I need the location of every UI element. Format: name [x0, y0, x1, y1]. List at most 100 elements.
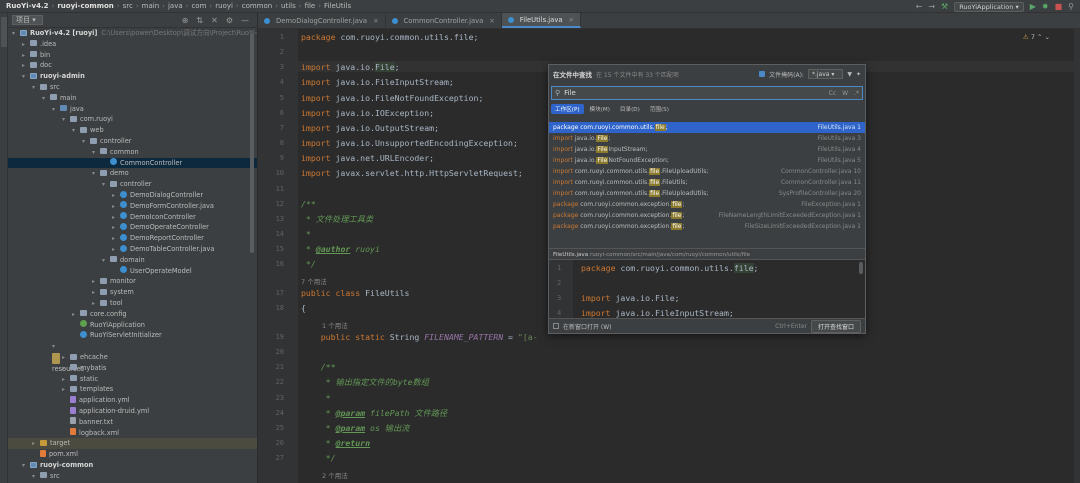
tree-item[interactable]: ▸ DemoTableController.java — [8, 244, 257, 255]
close-icon[interactable]: ✕ — [373, 17, 378, 25]
editor-tab[interactable]: DemoDialogController.java ✕ — [258, 13, 386, 28]
open-in-new-window-checkbox[interactable] — [553, 323, 559, 329]
result-row[interactable]: package com.ruoyi.common.utils.file; File… — [549, 122, 865, 133]
tree-item[interactable]: ▸ DemoOperateController — [8, 222, 257, 233]
breadcrumb-item[interactable]: file — [302, 2, 319, 10]
tree-item[interactable]: ▸ mybatis — [8, 363, 257, 374]
breadcrumb-item[interactable]: src — [120, 2, 136, 10]
tree-item[interactable]: ▾ ruoyi-common — [8, 460, 257, 471]
result-row[interactable]: import java.io.FileInputStream; FileUtils… — [549, 144, 865, 155]
open-find-window-button[interactable]: 打开查找窗口 — [810, 319, 861, 333]
result-row[interactable]: import java.io.FileNotFoundException; Fil… — [549, 155, 865, 166]
tree-item[interactable]: RuoYiServletInitializer — [8, 330, 257, 341]
editor-tab[interactable]: FileUtils.java ✕ — [501, 13, 581, 28]
tree-item[interactable]: ▸ templates — [8, 384, 257, 395]
preview-scrollbar[interactable] — [859, 262, 863, 274]
breadcrumb-item[interactable]: main — [139, 2, 163, 10]
file-mask-checkbox[interactable] — [759, 71, 766, 77]
editor-tab[interactable]: CommonController.java ✕ — [386, 13, 502, 28]
tree-item[interactable]: ▸ tool — [8, 298, 257, 309]
close-icon[interactable]: ✕ — [211, 16, 218, 25]
result-row[interactable]: import com.ruoyi.common.utils.file.FileU… — [549, 177, 865, 188]
breadcrumb-item[interactable]: ruoyi — [212, 2, 236, 10]
result-row[interactable]: import com.ruoyi.common.utils.file.FileU… — [549, 166, 865, 177]
tree-item[interactable]: ▾ src — [8, 471, 257, 483]
search-icon[interactable]: ⚲ — [1068, 2, 1074, 11]
debug-icon[interactable]: ✸ — [1042, 2, 1049, 11]
run-config-select[interactable]: RuoYiApplication ▾ — [954, 1, 1024, 12]
tree-item[interactable]: application.yml — [8, 395, 257, 406]
result-row[interactable]: package com.ruoyi.common.exception.file;… — [549, 199, 865, 210]
tree-item[interactable]: ▾ com.ruoyi — [8, 114, 257, 125]
tree-item[interactable]: ▾ domain — [8, 255, 257, 266]
tree-item[interactable]: ▸ core.config — [8, 309, 257, 320]
back-icon[interactable]: ← — [916, 2, 923, 11]
tree-item[interactable]: ▸ .idea — [8, 39, 257, 50]
tree-item[interactable]: ▾ resources — [8, 341, 257, 373]
tree-item[interactable]: ▸ system — [8, 287, 257, 298]
chevron-down-icon[interactable]: ▾ — [32, 472, 40, 483]
breadcrumb-item[interactable]: utils — [278, 2, 299, 10]
pin-icon[interactable]: ✦ — [856, 71, 861, 78]
find-query-input[interactable] — [564, 89, 765, 97]
tree-item[interactable]: UserOperateModel — [8, 266, 257, 277]
tree-item[interactable]: ▸ DemoDialogController — [8, 190, 257, 201]
tree-item[interactable]: ▾ controller — [8, 179, 257, 190]
file-mask-select[interactable]: *.java ▾ — [807, 69, 844, 79]
breadcrumb-item[interactable]: ruoyi-common — [54, 2, 116, 10]
run-icon[interactable]: ▶ — [1030, 2, 1036, 11]
tree-item[interactable]: ▾ common — [8, 147, 257, 158]
search-option-toggle[interactable]: Cc — [829, 90, 837, 97]
tree-item[interactable]: RuoYiApplication — [8, 320, 257, 331]
tree-item[interactable]: ▸ monitor — [8, 276, 257, 287]
tree-item[interactable]: ▸ ehcache — [8, 352, 257, 363]
forward-icon[interactable]: → — [928, 2, 935, 11]
result-row[interactable]: package com.ruoyi.common.exception.file;… — [549, 210, 865, 221]
tree-item[interactable]: ▸ bin — [8, 50, 257, 61]
tree-item[interactable]: ▾ RuoYi-v4.2 [ruoyi] C:\Users\power\Deskto… — [8, 28, 257, 39]
tree-item[interactable]: ▸ doc — [8, 60, 257, 71]
locate-icon[interactable]: ⊕ — [182, 16, 189, 25]
stop-icon[interactable]: ■ — [1055, 2, 1063, 11]
filter-icon[interactable]: ▼ — [847, 71, 852, 78]
hammer-icon[interactable]: ⚒ — [941, 2, 948, 11]
search-option-toggle[interactable]: .* — [854, 90, 859, 97]
inspection-widget[interactable]: ⚠ 7 ⌃ ⌄ — [1023, 33, 1050, 41]
tree-item[interactable]: logback.xml — [8, 428, 257, 439]
scope-tab[interactable]: 范围(S) — [646, 104, 673, 114]
tree-item[interactable]: ▾ src — [8, 82, 257, 93]
breadcrumb-item[interactable]: common — [239, 2, 276, 10]
gear-icon[interactable]: ⚙ — [226, 16, 233, 25]
tree-item[interactable]: banner.txt — [8, 417, 257, 428]
tree-item[interactable]: ▸ DemoReportController — [8, 233, 257, 244]
tree-item[interactable]: ▾ ruoyi-admin — [8, 71, 257, 82]
result-row[interactable]: import java.io.File; FileUtils.java 3 — [549, 133, 865, 144]
preview-pane[interactable]: 1 2 3 4 package com.ruoyi.common.utils.file… — [549, 260, 865, 320]
tree-item[interactable]: ▸ DemoIconController — [8, 212, 257, 223]
tree-item[interactable]: ▾ main — [8, 93, 257, 104]
search-option-toggle[interactable]: W — [842, 90, 848, 97]
result-row[interactable]: import com.ruoyi.common.utils.file.FileU… — [549, 188, 865, 199]
collapse-icon[interactable]: ⇅ — [196, 16, 203, 25]
tree-item[interactable]: CommonController — [8, 157, 257, 169]
scope-tab[interactable]: 目录(D) — [616, 104, 644, 114]
result-row[interactable]: package com.ruoyi.common.exception.file;… — [549, 221, 865, 232]
tree-item[interactable]: ▸ static — [8, 374, 257, 385]
minimize-icon[interactable]: — — [241, 16, 249, 25]
tree-item[interactable]: ▾ controller — [8, 136, 257, 147]
breadcrumb-item[interactable]: java — [165, 2, 186, 10]
tree-item[interactable]: ▾ web — [8, 125, 257, 136]
tree-item[interactable]: ▸ target — [8, 438, 257, 450]
tree-item[interactable]: ▸ DemoFormController.java — [8, 201, 257, 212]
scope-tab[interactable]: 模块(M) — [586, 104, 614, 114]
project-view-select[interactable]: 项目 ▾ — [12, 15, 43, 25]
close-icon[interactable]: ✕ — [569, 16, 574, 24]
close-icon[interactable]: ✕ — [489, 17, 494, 25]
tree-scrollbar[interactable] — [250, 33, 254, 253]
project-tool-button[interactable] — [1, 17, 7, 47]
tree-item[interactable]: pom.xml — [8, 449, 257, 460]
tree-item[interactable]: ▾ java — [8, 104, 257, 115]
breadcrumb-item[interactable]: FileUtils — [321, 2, 354, 10]
scope-tab[interactable]: 工作区(P) — [551, 104, 584, 114]
breadcrumb-item[interactable]: com — [188, 2, 209, 10]
